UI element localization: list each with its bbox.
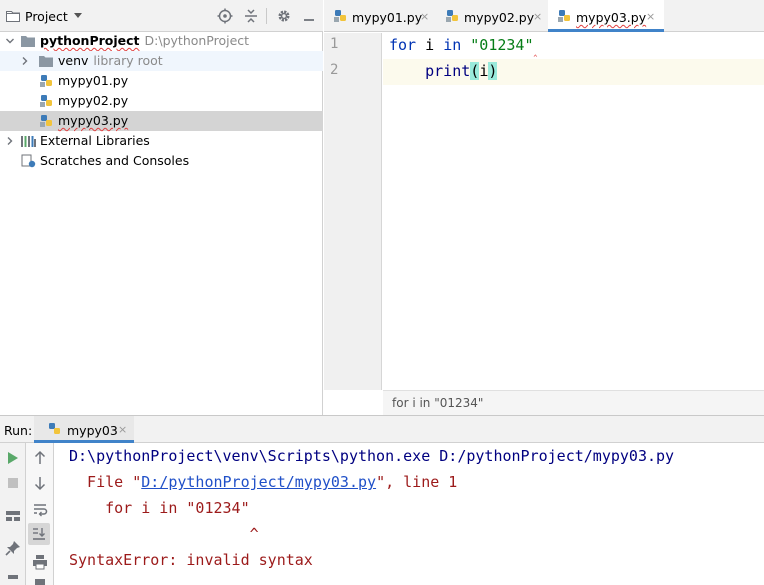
- tab-mypy01[interactable]: mypy01.py ×: [324, 0, 434, 32]
- tab-label: mypy03.py: [576, 10, 647, 25]
- run-tab-mypy03[interactable]: mypy03 ×: [34, 416, 134, 443]
- python-file-icon: [558, 10, 570, 22]
- project-panel-header: Project: [0, 0, 323, 32]
- line-number: 2: [330, 62, 339, 78]
- tree-item-mypy02[interactable]: mypy02.py: [0, 91, 323, 111]
- collapse-all-icon[interactable]: [243, 8, 259, 24]
- tree-item-label: mypy03.py: [58, 113, 129, 128]
- error-marker-icon: ‸: [533, 44, 538, 57]
- python-file-icon: [40, 95, 52, 107]
- console-command-line: D:\pythonProject\venv\Scripts\python.exe…: [69, 447, 675, 465]
- library-root-note: library root: [93, 53, 163, 68]
- console-traceback-file: File "D:/pythonProject/mypy03.py", line …: [69, 473, 457, 491]
- console-source-line: for i in "01234": [69, 499, 250, 517]
- scroll-to-end-toggle[interactable]: [28, 523, 50, 545]
- locate-icon[interactable]: [217, 8, 233, 24]
- loop-variable: i: [416, 36, 444, 54]
- traceback-suffix: ", line 1: [376, 473, 458, 491]
- toolbar-divider: [266, 8, 267, 24]
- close-icon[interactable]: ×: [420, 10, 429, 23]
- close-icon[interactable]: ×: [118, 423, 127, 436]
- run-toolbar-secondary: [26, 443, 54, 585]
- tab-label: mypy02.py: [464, 10, 535, 25]
- tab-mypy02[interactable]: mypy02.py ×: [436, 0, 546, 32]
- scroll-to-end-icon: [33, 528, 45, 540]
- run-console-output[interactable]: D:\pythonProject\venv\Scripts\python.exe…: [55, 443, 764, 585]
- python-file-icon: [446, 10, 458, 22]
- hide-panel-icon[interactable]: [301, 8, 317, 24]
- layout-icon[interactable]: [5, 508, 21, 524]
- argument: i: [479, 62, 489, 80]
- more-icon[interactable]: [5, 573, 21, 585]
- console-error-message: SyntaxError: invalid syntax: [69, 551, 313, 569]
- breadcrumb: for i in "01234": [383, 390, 764, 415]
- python-run-icon: [49, 423, 60, 434]
- chevron-down-icon[interactable]: [5, 36, 15, 46]
- chevron-right-icon[interactable]: [20, 56, 30, 66]
- line-number: 1: [330, 36, 339, 52]
- clear-icon[interactable]: [32, 579, 48, 585]
- code-line[interactable]: for i in "01234"‸: [383, 33, 764, 59]
- arrow-up-icon[interactable]: [32, 450, 48, 466]
- library-icon: [21, 136, 36, 147]
- python-file-icon: [334, 10, 346, 22]
- code-editor[interactable]: for i in "01234"‸ print(i): [383, 33, 764, 390]
- run-panel-header: Run: mypy03 ×: [0, 415, 764, 443]
- scratches-icon: [21, 154, 36, 168]
- traceback-prefix: File ": [69, 473, 142, 491]
- project-view-title[interactable]: Project: [25, 9, 68, 24]
- console-caret-line: ^: [69, 525, 259, 543]
- arrow-down-icon[interactable]: [32, 475, 48, 491]
- folder-icon: [39, 56, 53, 67]
- bracket-open: (: [470, 62, 480, 80]
- keyword-in: in: [443, 36, 462, 54]
- tab-mypy03[interactable]: mypy03.py ×: [548, 0, 664, 32]
- python-file-icon: [40, 75, 52, 87]
- print-icon[interactable]: [32, 554, 48, 570]
- tree-item-label: pythonProject: [40, 33, 140, 48]
- keyword-for: for: [389, 36, 417, 54]
- folder-icon: [21, 36, 35, 47]
- run-toolbar-primary: [0, 443, 26, 585]
- function-print: print: [425, 62, 471, 80]
- chevron-down-icon[interactable]: [74, 13, 82, 18]
- bracket-close: ): [488, 62, 498, 80]
- project-path: D:\pythonProject: [144, 33, 250, 48]
- tree-item-pythonproject[interactable]: pythonProject D:\pythonProject: [0, 31, 323, 51]
- breadcrumb-item[interactable]: for i in "01234": [392, 396, 483, 410]
- close-icon[interactable]: ×: [533, 10, 542, 23]
- tree-item-mypy01[interactable]: mypy01.py: [0, 71, 323, 91]
- tree-item-external-libraries[interactable]: External Libraries: [0, 131, 323, 151]
- project-folder-icon: [6, 11, 20, 22]
- tab-label: mypy01.py: [352, 10, 423, 25]
- tree-item-scratches[interactable]: Scratches and Consoles: [0, 151, 323, 171]
- tree-item-mypy03[interactable]: mypy03.py: [0, 111, 323, 131]
- tree-item-venv[interactable]: venv library root: [0, 51, 323, 71]
- close-icon[interactable]: ×: [646, 10, 655, 23]
- soft-wrap-icon[interactable]: [32, 501, 48, 517]
- pin-icon[interactable]: [5, 540, 21, 556]
- tree-item-label: venv: [58, 53, 89, 68]
- python-file-icon: [40, 115, 52, 127]
- traceback-file-link[interactable]: D:/pythonProject/mypy03.py: [141, 473, 376, 491]
- stop-icon[interactable]: [5, 475, 21, 491]
- string-literal: "01234": [470, 36, 534, 54]
- tree-item-label: External Libraries: [40, 133, 150, 148]
- run-label: Run:: [4, 423, 33, 438]
- tree-item-label: mypy02.py: [58, 93, 129, 108]
- gear-icon[interactable]: [276, 8, 292, 24]
- project-tool-window: Project pythonProject D:\pythonProject v…: [0, 0, 323, 415]
- line-number-gutter: 1 2: [324, 33, 382, 390]
- editor-tab-bar: mypy01.py × mypy02.py × mypy03.py ×: [324, 0, 764, 32]
- code-line-current[interactable]: print(i): [383, 59, 764, 85]
- rerun-icon[interactable]: [5, 450, 21, 466]
- tree-item-label: mypy01.py: [58, 73, 129, 88]
- chevron-right-icon[interactable]: [5, 136, 15, 146]
- tree-item-label: Scratches and Consoles: [40, 153, 190, 168]
- run-tab-label: mypy03: [67, 423, 118, 438]
